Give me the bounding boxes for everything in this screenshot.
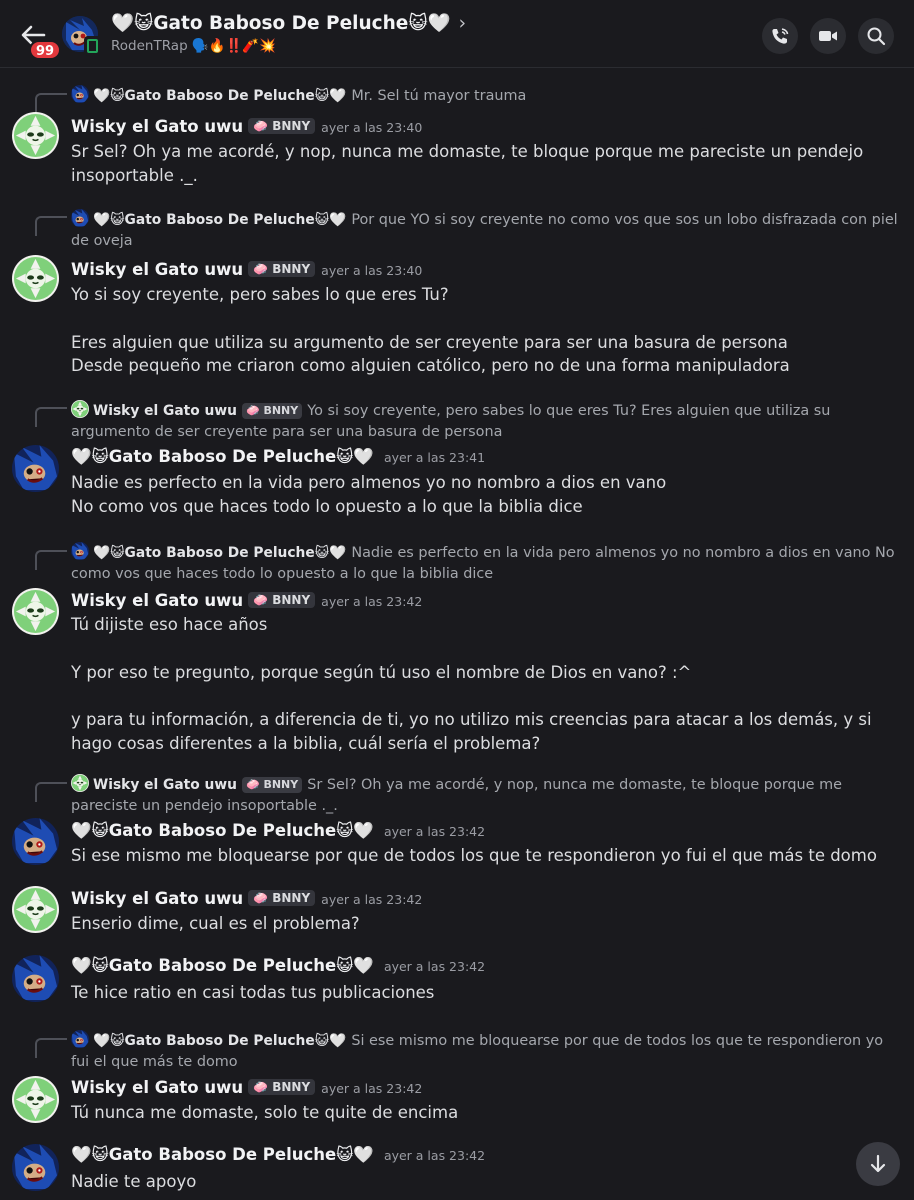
message-header: Wisky el Gato uwu 🧼 BNNY ayer a las 23:40 <box>71 117 422 136</box>
reply-preview[interactable]: 🤍😺Gato Baboso De Peluche😺🤍 Mr. Sel tú may… <box>71 85 900 107</box>
jump-to-bottom-button[interactable] <box>856 1142 900 1186</box>
server-tag[interactable]: 🧼 BNNY <box>248 592 316 608</box>
author-name[interactable]: Wisky el Gato uwu <box>71 1078 243 1097</box>
reply-avatar <box>71 85 89 103</box>
phone-icon <box>772 28 789 44</box>
mobile-status-icon <box>84 36 101 56</box>
author-name[interactable]: Wisky el Gato uwu <box>71 591 243 610</box>
search-button[interactable] <box>858 18 894 54</box>
reply-preview[interactable]: Wisky el Gato uwu 🧼 BNNY Sr Sel? Oh ya me … <box>71 774 900 817</box>
message-content: Nadie te apoyo <box>71 1172 197 1191</box>
reply-avatar <box>71 209 89 227</box>
video-camera-icon <box>819 31 837 41</box>
reply-preview[interactable]: 🤍😺Gato Baboso De Peluche😺🤍 Nadie es perfe… <box>71 542 900 585</box>
message-content: Si ese mismo me bloquearse por que de to… <box>71 846 877 865</box>
author-name[interactable]: Wisky el Gato uwu <box>71 889 243 908</box>
author-name[interactable]: Wisky el Gato uwu <box>71 117 243 136</box>
arrow-down-icon <box>870 1154 886 1173</box>
channel-title[interactable]: 🤍😺Gato Baboso De Peluche😺🤍 › <box>111 12 466 34</box>
author-name[interactable]: 🤍😺Gato Baboso De Peluche😺🤍 <box>71 956 374 975</box>
avatar[interactable] <box>12 255 59 302</box>
reply-preview[interactable]: 🤍😺Gato Baboso De Peluche😺🤍 Por que YO si … <box>71 209 900 252</box>
avatar[interactable] <box>12 886 59 933</box>
timestamp: ayer a las 23:42 <box>321 594 423 609</box>
message-content: Te hice ratio en casi todas tus publicac… <box>71 983 435 1002</box>
timestamp: ayer a las 23:41 <box>383 450 486 465</box>
timestamp: ayer a las 23:42 <box>383 959 486 974</box>
timestamp: ayer a las 23:42 <box>321 892 423 907</box>
message-content: Sr Sel? Oh ya me acordé, y nop, nunca me… <box>71 142 864 185</box>
message-header: 🤍😺Gato Baboso De Peluche😺🤍 ayer a las 23:… <box>71 1145 485 1165</box>
reply-avatar <box>71 774 89 792</box>
reply-preview[interactable]: Wisky el Gato uwu 🧼 BNNY Yo si soy creyent… <box>71 400 900 443</box>
timestamp: ayer a las 23:42 <box>321 1081 423 1096</box>
message-header: 🤍😺Gato Baboso De Peluche😺🤍 ayer a las 23:… <box>71 821 485 841</box>
message-header: Wisky el Gato uwu 🧼 BNNY ayer a las 23:42 <box>71 1078 422 1097</box>
video-call-button[interactable] <box>810 18 846 54</box>
author-name[interactable]: 🤍😺Gato Baboso De Peluche😺🤍 <box>71 1145 374 1164</box>
message-header: 🤍😺Gato Baboso De Peluche😺🤍 ayer a las 23:… <box>71 956 485 976</box>
message-content: Yo si soy creyente, pero sabes lo que er… <box>71 285 790 375</box>
avatar[interactable] <box>12 112 59 159</box>
voice-call-button[interactable] <box>762 18 798 54</box>
server-tag[interactable]: 🧼 BNNY <box>248 890 316 906</box>
chevron-right-icon: › <box>458 13 467 34</box>
avatar[interactable] <box>12 818 59 865</box>
message-header: Wisky el Gato uwu 🧼 BNNY ayer a las 23:42 <box>71 591 422 610</box>
unread-badge: 99 <box>29 40 61 60</box>
message-content: Tú dijiste eso hace años Y por eso te pr… <box>71 615 872 753</box>
channel-header: 99 🤍😺Gato Baboso De Peluche😺🤍 › RodenTRap… <box>0 0 914 68</box>
server-tag[interactable]: 🧼 BNNY <box>248 118 316 134</box>
message-content: Nadie es perfecto en la vida pero almeno… <box>71 473 667 516</box>
avatar[interactable] <box>12 1076 59 1123</box>
message-content: Tú nunca me domaste, solo te quite de en… <box>71 1103 459 1122</box>
timestamp: ayer a las 23:42 <box>383 824 486 839</box>
timestamp: ayer a las 23:40 <box>321 263 423 278</box>
server-tag[interactable]: 🧼 BNNY <box>248 1079 316 1095</box>
reply-avatar <box>71 542 89 560</box>
channel-status: RodenTRap 🗣️🔥‼️🧨💥 <box>111 38 276 54</box>
avatar[interactable] <box>12 1144 59 1191</box>
avatar[interactable] <box>12 445 59 492</box>
message-header: Wisky el Gato uwu 🧼 BNNY ayer a las 23:40 <box>71 260 422 279</box>
avatar[interactable] <box>12 588 59 635</box>
reply-preview[interactable]: 🤍😺Gato Baboso De Peluche😺🤍 Si ese mismo m… <box>71 1030 900 1073</box>
author-name[interactable]: 🤍😺Gato Baboso De Peluche😺🤍 <box>71 447 374 466</box>
message-header: Wisky el Gato uwu 🧼 BNNY ayer a las 23:42 <box>71 889 422 908</box>
author-name[interactable]: 🤍😺Gato Baboso De Peluche😺🤍 <box>71 821 374 840</box>
server-tag[interactable]: 🧼 BNNY <box>248 261 316 277</box>
reply-avatar <box>71 400 89 418</box>
message-content: Enserio dime, cual es el problema? <box>71 914 360 933</box>
avatar[interactable] <box>12 955 59 1002</box>
message-header: 🤍😺Gato Baboso De Peluche😺🤍 ayer a las 23:… <box>71 447 485 467</box>
author-name[interactable]: Wisky el Gato uwu <box>71 260 243 279</box>
reply-avatar <box>71 1030 89 1048</box>
search-icon <box>867 27 886 46</box>
timestamp: ayer a las 23:42 <box>383 1148 486 1163</box>
timestamp: ayer a las 23:40 <box>321 120 423 135</box>
